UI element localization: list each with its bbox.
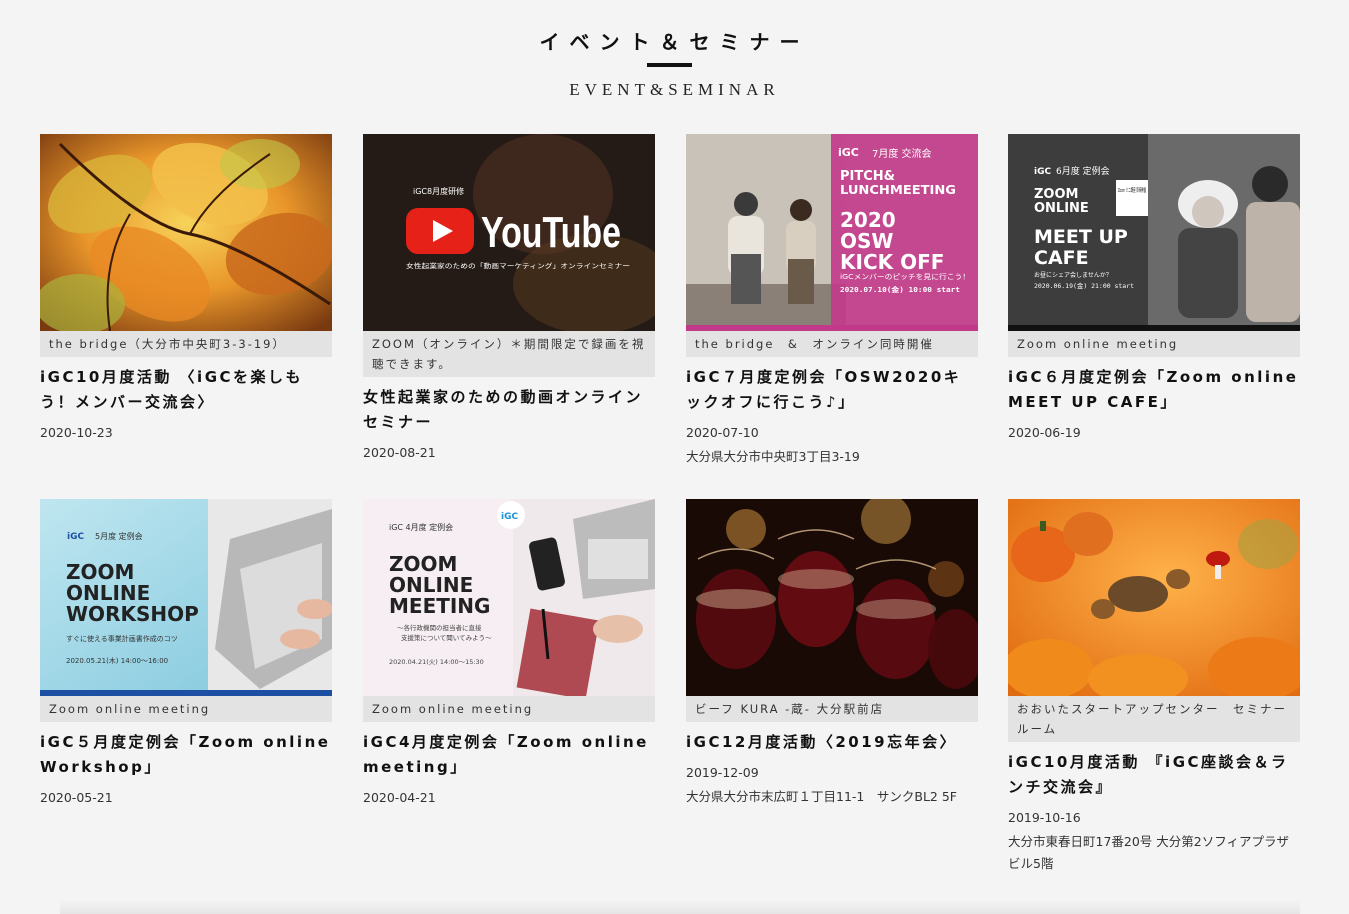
event-title[interactable]: iGC６月度定例会「Zoom online MEET UP CAFE」 xyxy=(1008,365,1300,415)
wine-glasses-photo[interactable] xyxy=(686,499,978,696)
thumb-datetime: 2020.07.10(金) 10:00 start xyxy=(840,285,960,294)
event-address: 大分県大分市末広町１丁目11-1 サンクBL2 5F xyxy=(686,789,957,804)
thumb-line: MEET UP xyxy=(1034,226,1128,248)
thumb-subtitle: iGCメンバーのピッチを見に行こう！ xyxy=(840,272,970,281)
igc-logo: iGC xyxy=(501,512,518,522)
event-venue: Zoom online meeting xyxy=(1008,331,1300,357)
event-card[interactable]: iGC8月度研修 YouTube 女性起業家のための「動画マーケティング」オンラ… xyxy=(363,134,655,462)
thumb-subtitle: 女性起業家のための「動画マーケティング」オンラインセミナー xyxy=(406,261,630,270)
osw-kickoff-banner[interactable]: iGC 7月度 交流会 PITCH& LUNCHMEETING 2020 OSW… xyxy=(686,134,978,331)
event-date: 2020-08-21 xyxy=(363,445,436,460)
event-address: 大分県大分市中央町3丁目3-19 xyxy=(686,449,860,464)
event-title[interactable]: iGC4月度定例会「Zoom online meeting」 xyxy=(363,730,655,780)
event-title[interactable]: iGC10月度活動 『iGC座談会＆ランチ交流会』 xyxy=(1008,750,1300,800)
thumb-subtitle: すぐに使える事業計画書作成のコツ xyxy=(66,634,178,643)
thumb-line: LUNCHMEETING xyxy=(840,183,956,197)
thumb-line: KICK OFF xyxy=(840,250,944,274)
thumb-line: PITCH& xyxy=(840,169,895,184)
event-venue: おおいたスタートアップセンター セミナールーム xyxy=(1008,696,1300,742)
zoom-workshop-banner[interactable]: iGC 5月度 定例会 ZOOM ONLINE WORKSHOP すぐに使える事… xyxy=(40,499,332,696)
section-title-en: EVENT&SEMINAR xyxy=(569,80,780,99)
thumb-label: iGC 4月度 定例会 xyxy=(389,522,453,532)
page-bottom-shadow xyxy=(60,900,1300,914)
event-card[interactable]: iGC 6月度 定例会 ZOOM ONLINE MEET UP CAFE Zoo… xyxy=(1008,134,1300,442)
event-date: 2020-10-23 xyxy=(40,425,113,440)
thumb-line: ONLINE xyxy=(1034,201,1089,216)
event-date: 2020-07-10 xyxy=(686,425,759,440)
event-title[interactable]: iGC12月度活動〈2019忘年会〉 xyxy=(686,730,978,755)
event-date: 2019-12-09 xyxy=(686,765,759,780)
event-card[interactable]: iGC 7月度 交流会 PITCH& LUNCHMEETING 2020 OSW… xyxy=(686,134,978,468)
event-date: 2019-10-16 xyxy=(1008,810,1081,825)
event-venue: the bridge（大分市中央町3-3-19） xyxy=(40,331,332,357)
event-date: 2020-06-19 xyxy=(1008,425,1081,440)
section-title-jp: イベント＆セミナー xyxy=(539,30,810,54)
event-card[interactable]: ビーフ KURA -蔵- 大分駅前店 iGC12月度活動〈2019忘年会〉 20… xyxy=(686,499,978,808)
event-venue: Zoom online meeting xyxy=(363,696,655,722)
event-title[interactable]: iGC10月度活動 〈iGCを楽しもう！メンバー交流会〉 xyxy=(40,365,332,415)
autumn-leaves-photo[interactable] xyxy=(40,134,332,331)
event-card[interactable]: the bridge（大分市中央町3-3-19） iGC10月度活動 〈iGCを… xyxy=(40,134,332,442)
thumb-label: 7月度 交流会 xyxy=(872,147,932,160)
thumb-datetime: 2020.05.21(木) 14:00〜16:00 xyxy=(66,656,168,665)
zoom-meeting-banner[interactable]: iGC iGC 4月度 定例会 ZOOM ONLINE MEETING 〜各行政… xyxy=(363,499,655,696)
thumb-label: 6月度 定例会 xyxy=(1056,165,1110,177)
igc-logo: iGC xyxy=(67,532,84,542)
igc-logo: iGC xyxy=(838,146,859,159)
thumb-label: 5月度 定例会 xyxy=(95,531,143,541)
igc-logo: iGC xyxy=(1034,167,1051,177)
event-date: 2020-05-21 xyxy=(40,790,113,805)
thumb-subtitle: 〜各行政機関の担当者に直接 xyxy=(397,623,482,632)
thumb-badge: Zoom ミニ講座 同時開催 xyxy=(1118,186,1146,194)
title-underline xyxy=(647,63,692,67)
event-venue: ビーフ KURA -蔵- 大分駅前店 xyxy=(686,696,978,722)
event-title[interactable]: iGC５月度定例会「Zoom online Workshop」 xyxy=(40,730,332,780)
thumb-line: WORKSHOP xyxy=(66,602,199,626)
event-title[interactable]: iGC７月度定例会「OSW2020キックオフに行こう♪」 xyxy=(686,365,978,415)
event-address: 大分市東春日町17番20号 大分第2ソフィアプラザビル5階 xyxy=(1008,834,1289,871)
thumb-line: MEETING xyxy=(389,594,490,618)
thumb-subtitle: 支援策について聞いてみよう〜 xyxy=(401,633,492,642)
meetup-cafe-banner[interactable]: iGC 6月度 定例会 ZOOM ONLINE MEET UP CAFE Zoo… xyxy=(1008,134,1300,331)
autumn-pumpkins-photo[interactable] xyxy=(1008,499,1300,696)
event-card[interactable]: iGC iGC 4月度 定例会 ZOOM ONLINE MEETING 〜各行政… xyxy=(363,499,655,807)
event-venue: the bridge & オンライン同時開催 xyxy=(686,331,978,357)
thumb-subtitle: お昼にシェア会しませんか？ xyxy=(1034,271,1112,279)
event-venue: Zoom online meeting xyxy=(40,696,332,722)
youtube-brand: YouTube xyxy=(481,208,621,257)
event-title[interactable]: 女性起業家のための動画オンラインセミナー xyxy=(363,385,655,435)
event-card[interactable]: iGC 5月度 定例会 ZOOM ONLINE WORKSHOP すぐに使える事… xyxy=(40,499,332,807)
thumb-datetime: 2020.06.19(金) 21:00 start xyxy=(1034,281,1134,290)
thumb-datetime: 2020.04.21(火) 14:00〜15:30 xyxy=(389,658,484,666)
youtube-seminar-banner[interactable]: iGC8月度研修 YouTube 女性起業家のための「動画マーケティング」オンラ… xyxy=(363,134,655,331)
thumb-line: CAFE xyxy=(1034,247,1089,269)
thumb-line: ZOOM xyxy=(1034,187,1078,202)
event-venue: ZOOM（オンライン）＊期間限定で録画を視聴できます。 xyxy=(363,331,655,377)
event-date: 2020-04-21 xyxy=(363,790,436,805)
event-card[interactable]: おおいたスタートアップセンター セミナールーム iGC10月度活動 『iGC座談… xyxy=(1008,499,1300,875)
thumb-label: iGC8月度研修 xyxy=(413,186,464,196)
